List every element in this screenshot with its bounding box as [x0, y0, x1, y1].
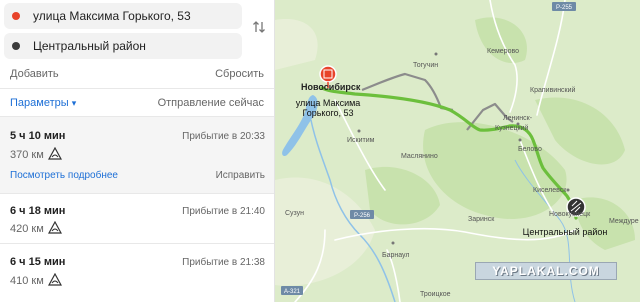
- add-waypoint-button[interactable]: Добавить: [10, 68, 59, 80]
- map-label-kuznetsky: Кузнецкий: [495, 124, 529, 132]
- params-dropdown[interactable]: Параметры ▾: [10, 97, 76, 109]
- route-distance: 410 км: [10, 275, 44, 287]
- svg-text:А-321: А-321: [284, 289, 301, 295]
- route-duration: 6 ч 18 мин: [10, 205, 66, 217]
- map-label-zarinsk: Заринск: [468, 216, 495, 223]
- road-warning-icon: [48, 221, 62, 234]
- map-label-suzun: Сузун: [285, 210, 304, 217]
- route-distance: 420 км: [10, 223, 44, 235]
- origin-input-value: улица Максима Горького, 53: [33, 9, 191, 23]
- departure-time-button[interactable]: Отправление сейчас: [158, 97, 264, 109]
- road-shield-r255: Р-255: [552, 2, 576, 11]
- route-duration: 5 ч 10 мин: [10, 130, 66, 142]
- route-duration: 6 ч 15 мин: [10, 256, 66, 268]
- origin-callout-line2: Горького, 53: [302, 108, 353, 118]
- map-label-toguchin: Тогучин: [413, 62, 438, 69]
- road-shield-r256: Р-256: [350, 210, 374, 219]
- road-shield-a321: А-321: [281, 286, 303, 295]
- map-label-kemerovo: Кемерово: [487, 48, 519, 55]
- map-label-maslyanino: Маслянино: [401, 153, 438, 160]
- map-label-iskitim: Искитим: [347, 137, 375, 144]
- params-row: Параметры ▾ Отправление сейчас: [10, 97, 264, 109]
- svg-text:Р-255: Р-255: [556, 5, 573, 11]
- route-arrival: Прибытие в 20:33: [182, 131, 265, 142]
- route-fix-link[interactable]: Исправить: [216, 170, 265, 181]
- reset-button[interactable]: Сбросить: [215, 68, 264, 80]
- origin-field[interactable]: улица Максима Горького, 53: [4, 3, 242, 29]
- waypoint-actions-row: Добавить Сбросить: [10, 68, 264, 80]
- map-label-troitskoe: Троицкое: [420, 291, 451, 298]
- map-view[interactable]: Р-255 Р-256 А-321 Тогучин Кемерово Крапи…: [275, 0, 640, 302]
- route-arrival: Прибытие в 21:40: [182, 206, 265, 217]
- map-label-krapivinsky: Крапивинский: [530, 86, 576, 94]
- map-label-novosibirsk: Новосибирск: [301, 82, 361, 92]
- origin-marker-icon: [12, 12, 20, 20]
- destination-field[interactable]: Центральный район: [4, 33, 242, 59]
- divider: [0, 88, 274, 89]
- destination-input-value: Центральный район: [33, 39, 146, 53]
- destination-callout: Центральный район: [523, 227, 608, 237]
- svg-text:Р-256: Р-256: [354, 213, 371, 219]
- route-option-3[interactable]: 6 ч 15 мин Прибытие в 21:38 410 км: [0, 244, 274, 302]
- origin-callout-line1: улица Максима: [296, 98, 361, 108]
- map-label-barnaul: Барнаул: [382, 252, 410, 259]
- road-warning-icon: [48, 273, 62, 286]
- params-label: Параметры: [10, 97, 69, 109]
- route-option-2[interactable]: 6 ч 18 мин Прибытие в 21:40 420 км: [0, 194, 274, 243]
- destination-marker-icon: [12, 42, 20, 50]
- route-panel: улица Максима Горького, 53 Центральный р…: [0, 0, 275, 302]
- map-label-mezhdurechensk: Междуре: [609, 218, 639, 225]
- chevron-down-icon: ▾: [71, 98, 77, 108]
- route-distance: 370 км: [10, 149, 44, 161]
- map-label-novokuznetsk: Новокузнецк: [549, 211, 591, 218]
- swap-arrows-icon[interactable]: [252, 20, 266, 34]
- route-option-1[interactable]: 5 ч 10 мин Прибытие в 20:33 370 км Посмо…: [0, 117, 274, 193]
- route-arrival: Прибытие в 21:38: [182, 257, 265, 268]
- map-label-leninsk: Ленинск-: [503, 115, 533, 122]
- road-warning-icon: [48, 147, 62, 160]
- route-details-link[interactable]: Посмотреть подробнее: [10, 170, 118, 181]
- map-label-belovo: Белово: [518, 146, 542, 153]
- watermark: YAPLAKAL.COM: [475, 262, 617, 280]
- map-label-kiselevsk: Киселевск: [533, 187, 567, 194]
